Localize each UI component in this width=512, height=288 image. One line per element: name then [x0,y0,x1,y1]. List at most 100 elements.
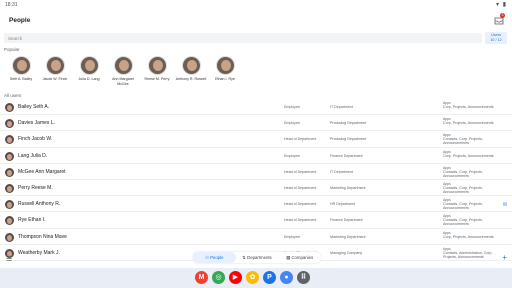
popular-person[interactable]: Jacob W. Finch [38,56,72,86]
user-department: HR Department [330,202,355,207]
table-row[interactable]: Russell Anthony R. Head of Department HR D… [0,196,512,213]
all-users-label: All users [4,93,22,98]
user-apps: Contacts, Corp, Projects, Announcements [443,137,483,146]
popular-label: Popular [4,47,20,52]
tab-people[interactable]: ⚇ People [193,252,236,263]
search-input[interactable]: Search [4,33,482,43]
user-name: Bailey Seth A. [18,104,50,110]
user-department: Marketing Department [330,234,366,239]
user-position: Head of Department [284,202,317,207]
avatar [5,216,14,226]
avatar [5,232,14,242]
app-blue-icon[interactable]: ● [280,271,293,284]
popular-person-name: Ann Margaret McGee [112,77,134,86]
table-row[interactable]: Bailey Seth A. Employee IT Department Apps C… [0,99,512,116]
user-position: Employee [284,153,300,158]
users-count-button[interactable]: Users 10 / 12 [485,32,507,44]
photos-icon[interactable]: ✿ [246,271,259,284]
user-apps: Corp, Projects, Announcements [443,234,494,239]
avatar [5,200,14,210]
user-position: Head of Department [284,185,317,190]
table-row[interactable]: Finch Jacob W. Head of Department Producin… [0,131,512,148]
user-department: Finance Department [330,218,363,223]
avatar [45,56,65,75]
user-name: Weatherby Mark J. [18,249,60,256]
users-button-count: 10 / 12 [490,38,502,42]
user-name: Russell Anthony R. [18,201,61,208]
table-row[interactable]: Davies James L. Employee Producing Departm… [0,115,512,132]
app-grid-icon[interactable]: ⠿ [297,271,310,284]
user-name: Rye Ethan I. [18,217,46,224]
page-title: People [9,17,31,24]
avatar [215,56,235,75]
system-icons: ▾ ▮ [496,2,507,8]
avatar [5,151,14,161]
popular-person[interactable]: Ethan I. Rye [208,56,242,86]
popular-person-name: Anthony R. Russell [175,77,207,81]
taskbar: M ◎ ▶ ✿ P ● ⠿ [0,268,512,288]
user-name: Finch Jacob W. [18,136,53,143]
user-position: Head of Department [284,218,317,223]
user-apps: Contacts, Corp, Projects, Announcements [443,218,483,227]
menu-icon[interactable]: ☰ [6,255,12,263]
user-position: Employee [284,234,300,239]
user-apps: Corp, Projects, Announcements [443,153,494,158]
user-department: Producing Department [330,121,366,126]
avatar [5,119,14,129]
popular-person-name: Seth A. Bailey [9,77,33,81]
add-icon[interactable]: + [502,253,507,262]
popular-person[interactable]: Anthony R. Russell [174,56,208,86]
dock-apps: M ◎ ▶ ✿ P ● ⠿ [195,271,314,284]
table-row[interactable]: McGee Ann Margaret Head of Department IT D… [0,164,512,180]
avatar [181,56,201,75]
user-apps: Corp, Projects, Announcements [443,121,494,126]
gmail-icon[interactable]: M [195,271,208,284]
user-position: Head of Department [284,169,317,174]
tab-departments[interactable]: ⇅ Departments [236,252,279,263]
user-apps: Contacts, Corp, Projects, Announcements [443,169,483,178]
popular-person-name: Jacob W. Finch [42,77,68,81]
user-department: Finance Department [330,153,363,158]
table-row[interactable]: Thompson Nina Mave Employee Marketing Depa… [0,229,512,245]
avatar [5,103,14,112]
user-apps: Corp, Projects, Announcements [443,105,494,109]
tab-people-label: People [210,255,224,260]
table-row[interactable]: Lang Julia D. Employee Finance Department A… [0,148,512,164]
user-apps: Contacts, Corp, Projects, Announcements [443,202,483,211]
status-bar: 18:31 ▾ ▮ [0,0,512,10]
avatar [5,183,14,193]
table-row[interactable]: Rye Ethan I. Head of Department Finance De… [0,212,512,229]
user-department: IT Department [330,169,353,174]
chrome-icon[interactable]: ◎ [212,271,225,284]
youtube-icon[interactable]: ▶ [229,271,242,284]
status-time: 18:31 [5,2,18,8]
user-apps: Contacts, Administration, Corp, Projects… [443,250,493,259]
table-row[interactable]: Perry Reese M. Head of Department Marketin… [0,180,512,197]
tab-companies-label: Companies [291,255,314,260]
user-position: Employee [284,121,300,126]
app-bar: People 3 [0,13,512,29]
user-name: Perry Reese M. [18,184,53,191]
search-placeholder: Search [8,35,23,41]
user-name: Lang Julia D. [18,152,48,159]
avatar [147,56,167,75]
tab-companies[interactable]: ▦ Companies [278,252,321,263]
user-department: Marketing Department [330,185,366,190]
contact-card-icon[interactable]: ✉ [503,202,509,208]
user-position: Employee [284,105,300,109]
user-department: Producing Department [330,137,366,142]
users-list: Bailey Seth A. Employee IT Department Apps C… [0,99,512,261]
inbox-count-badge: 3 [500,13,505,18]
popular-person-name: Ethan I. Rye [215,77,235,81]
user-department: Managing Company [330,250,363,255]
popular-person[interactable]: Julia D. Lang [72,56,106,86]
user-apps: Contacts, Corp, Projects, Announcements [443,185,483,194]
popular-person[interactable]: Reese M. Perry [140,56,174,86]
popular-list: Seth A. Bailey Jacob W. Finch Julia D. Lan… [4,56,242,86]
avatar [11,56,31,75]
avatar [5,135,14,145]
popular-person[interactable]: Ann Margaret McGee [106,56,140,86]
app-p-icon[interactable]: P [263,271,276,284]
popular-person[interactable]: Seth A. Bailey [4,56,38,86]
avatar [113,56,133,75]
